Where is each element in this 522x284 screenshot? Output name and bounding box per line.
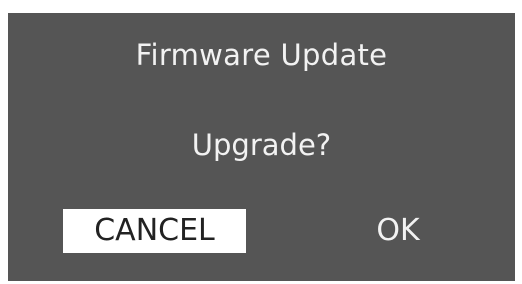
ok-button[interactable]: OK [353, 209, 443, 253]
firmware-update-dialog: Firmware Update Upgrade? CANCEL OK [8, 13, 515, 281]
cancel-button[interactable]: CANCEL [63, 209, 246, 253]
upgrade-prompt: Upgrade? [191, 128, 332, 162]
dialog-title: Firmware Update [135, 38, 388, 72]
